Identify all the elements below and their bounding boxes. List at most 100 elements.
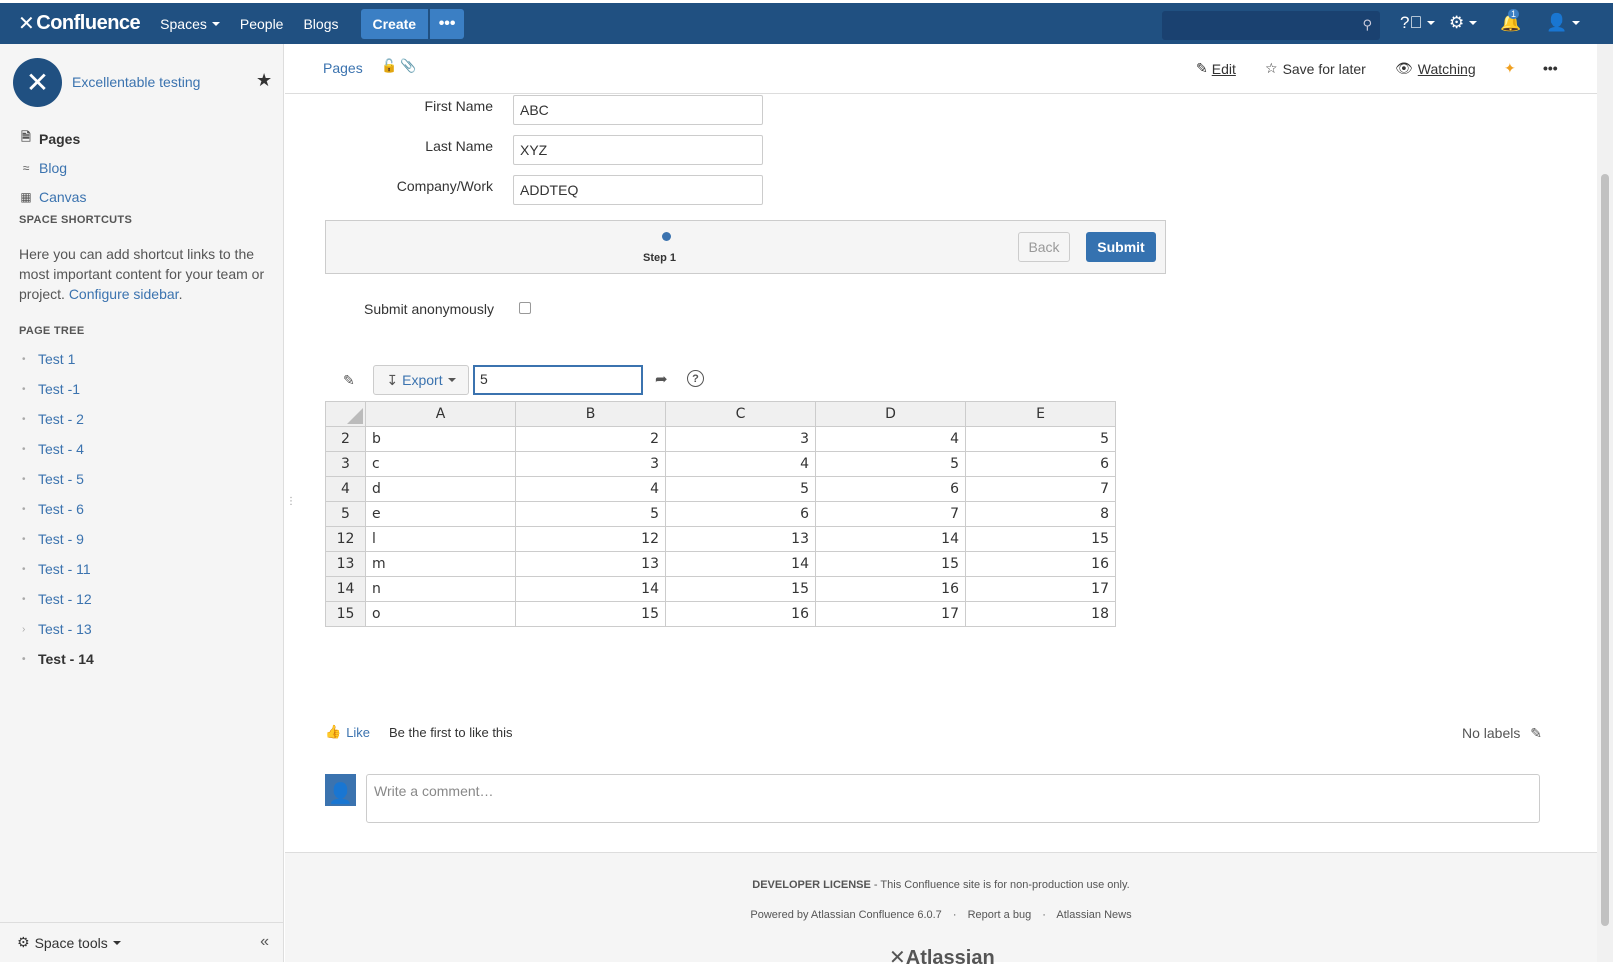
edit-button[interactable]: ✎ Edit — [1196, 60, 1236, 77]
pencil-icon[interactable]: ✎ — [1530, 725, 1542, 741]
table-cell[interactable]: 5 — [965, 426, 1116, 452]
table-cell[interactable]: 15 — [665, 576, 816, 602]
sidebar-resize-handle[interactable]: ⋮ — [286, 496, 296, 507]
row-header[interactable]: 15 — [325, 601, 366, 627]
row-header[interactable]: 3 — [325, 451, 366, 477]
table-cell[interactable]: 7 — [815, 501, 966, 527]
nav-spaces[interactable]: Spaces — [160, 16, 220, 32]
table-cell[interactable]: 4 — [665, 451, 816, 477]
table-cell[interactable]: 14 — [815, 526, 966, 552]
user-menu[interactable]: 👤 — [1546, 13, 1581, 33]
first-name-field[interactable]: ABC — [513, 95, 763, 125]
comment-input[interactable]: Write a comment… — [366, 774, 1540, 823]
table-cell[interactable]: e — [365, 501, 516, 527]
row-header[interactable]: 12 — [325, 526, 366, 552]
table-cell[interactable]: 7 — [965, 476, 1116, 502]
table-cell[interactable]: l — [365, 526, 516, 552]
table-cell[interactable]: 8 — [965, 501, 1116, 527]
table-cell[interactable]: 16 — [965, 551, 1116, 577]
table-cell[interactable]: 14 — [515, 576, 666, 602]
attachment-icon[interactable]: 📎 — [400, 58, 416, 74]
tree-item[interactable]: › Test - 13 — [22, 614, 94, 644]
table-cell[interactable]: c — [365, 451, 516, 477]
table-cell[interactable]: n — [365, 576, 516, 602]
table-cell[interactable]: m — [365, 551, 516, 577]
unlock-icon[interactable]: 🔓 — [381, 58, 397, 74]
tree-item[interactable]: • Test - 9 — [22, 524, 94, 554]
save-for-later-button[interactable]: ☆ Save for later — [1265, 60, 1366, 77]
help-icon[interactable]: ? — [687, 370, 704, 387]
table-cell[interactable]: 6 — [965, 451, 1116, 477]
column-header[interactable]: B — [515, 401, 666, 427]
sidebar-item-pages[interactable]: 🗎 Pages — [19, 124, 86, 153]
tree-item[interactable]: • Test - 11 — [22, 554, 94, 584]
table-cell[interactable]: 15 — [815, 551, 966, 577]
sidebar-item-canvas[interactable]: ▦ Canvas — [19, 182, 86, 211]
table-cell[interactable]: 18 — [965, 601, 1116, 627]
table-cell[interactable]: 16 — [815, 576, 966, 602]
row-header[interactable]: 14 — [325, 576, 366, 602]
like-button[interactable]: 👍 Like — [325, 724, 370, 740]
tree-item[interactable]: • Test -1 — [22, 374, 94, 404]
table-cell[interactable]: 3 — [515, 451, 666, 477]
column-header[interactable]: D — [815, 401, 966, 427]
breadcrumb-pages[interactable]: Pages — [323, 60, 363, 76]
anonymous-checkbox[interactable] — [519, 302, 531, 314]
tree-item[interactable]: • Test 1 — [22, 344, 94, 374]
cell-value-input[interactable]: 5 — [473, 365, 643, 395]
labels-area[interactable]: No labels ✎ — [1462, 725, 1542, 742]
page-scrollbar[interactable] — [1597, 44, 1613, 962]
tree-item-current[interactable]: • Test - 14 — [22, 644, 94, 674]
table-cell[interactable]: 5 — [665, 476, 816, 502]
table-cell[interactable]: 14 — [665, 551, 816, 577]
company-field[interactable]: ADDTEQ — [513, 175, 763, 205]
column-header[interactable]: E — [965, 401, 1116, 427]
select-all-corner[interactable] — [325, 401, 366, 427]
notifications-button[interactable]: 🔔 1 — [1500, 9, 1521, 33]
table-cell[interactable]: 12 — [515, 526, 666, 552]
create-more-button[interactable]: ••• — [430, 8, 465, 39]
tree-item[interactable]: • Test - 5 — [22, 464, 94, 494]
space-logo[interactable]: ✕ — [13, 58, 62, 107]
integration-icon[interactable]: ✦ — [1504, 60, 1516, 77]
table-cell[interactable]: 4 — [815, 426, 966, 452]
confluence-logo[interactable]: ✕ Confluence — [18, 11, 141, 36]
row-header[interactable]: 4 — [325, 476, 366, 502]
create-button[interactable]: Create — [360, 8, 429, 39]
report-bug-link[interactable]: Report a bug — [968, 909, 1032, 921]
more-actions-icon[interactable]: ••• — [1543, 60, 1558, 76]
table-cell[interactable]: 17 — [965, 576, 1116, 602]
table-cell[interactable]: 4 — [515, 476, 666, 502]
configure-sidebar-link[interactable]: Configure sidebar — [69, 286, 179, 302]
table-cell[interactable]: 15 — [515, 601, 666, 627]
collapse-sidebar-icon[interactable]: « — [260, 933, 269, 951]
star-icon[interactable]: ★ — [256, 70, 272, 91]
nav-blogs[interactable]: Blogs — [303, 16, 338, 32]
table-cell[interactable]: 5 — [515, 501, 666, 527]
spreadsheet-grid[interactable]: A B C D E 2 b 2 3 4 5 3 c 3 4 5 6 4 d 4 … — [325, 401, 1116, 627]
space-tools-button[interactable]: ⚙ Space tools « — [0, 922, 283, 962]
export-button[interactable]: ↧ Export — [373, 365, 469, 395]
help-menu[interactable]: ?⃝ — [1400, 13, 1436, 33]
table-cell[interactable]: 13 — [665, 526, 816, 552]
table-cell[interactable]: 5 — [815, 451, 966, 477]
nav-people[interactable]: People — [240, 16, 284, 32]
submit-button[interactable]: Submit — [1086, 232, 1156, 262]
row-header[interactable]: 5 — [325, 501, 366, 527]
table-cell[interactable]: 6 — [665, 501, 816, 527]
table-cell[interactable]: 17 — [815, 601, 966, 627]
search-input[interactable]: ⚲ — [1162, 11, 1380, 40]
tree-item[interactable]: • Test - 4 — [22, 434, 94, 464]
powered-by-link[interactable]: Powered by Atlassian Confluence 6.0.7 — [750, 909, 941, 921]
watching-button[interactable]: 👁 Watching — [1395, 60, 1476, 77]
column-header[interactable]: A — [365, 401, 516, 427]
table-cell[interactable]: 6 — [815, 476, 966, 502]
scrollbar-thumb[interactable] — [1601, 174, 1609, 926]
table-cell[interactable]: 2 — [515, 426, 666, 452]
space-name-link[interactable]: Excellentable testing — [72, 74, 200, 90]
share-icon[interactable]: ➦ — [655, 370, 668, 388]
table-cell[interactable]: 16 — [665, 601, 816, 627]
table-cell[interactable]: b — [365, 426, 516, 452]
sidebar-item-blog[interactable]: ≈ Blog — [19, 153, 86, 182]
last-name-field[interactable]: XYZ — [513, 135, 763, 165]
